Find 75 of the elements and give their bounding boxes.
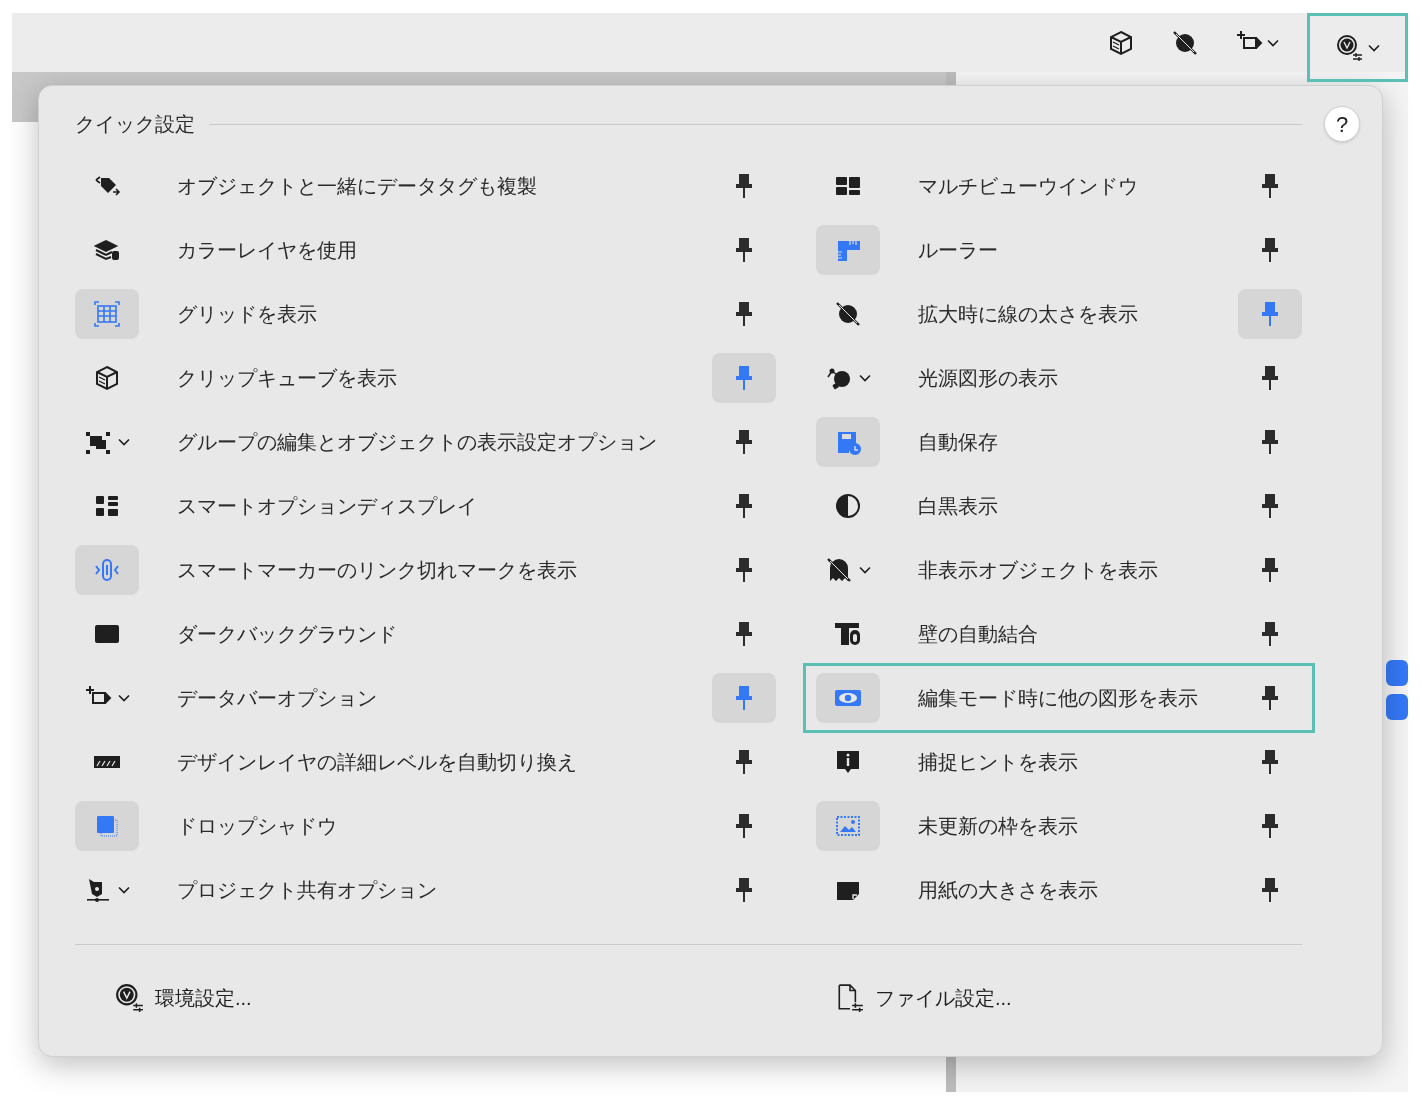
stepper-control[interactable] (1386, 660, 1408, 686)
setting-label[interactable]: 壁の自動結合 (918, 619, 1038, 649)
pin-icon (1261, 813, 1279, 839)
popover-title: クイック設定 (75, 112, 195, 137)
pin-icon (1261, 877, 1279, 903)
cube-icon (1107, 28, 1135, 57)
pin-icon (735, 493, 753, 519)
prefs-icon (115, 983, 145, 1013)
chevron-icon (859, 566, 871, 574)
setting-label[interactable]: ルーラー (918, 235, 998, 265)
wall-icon (834, 620, 862, 648)
pin-icon (735, 749, 753, 775)
cube-icon (93, 364, 121, 392)
footer-link[interactable]: 環境設定... (115, 983, 835, 1013)
setting-label[interactable]: プロジェクト共有オプション (177, 875, 437, 905)
pin-icon (735, 429, 753, 455)
setting-label[interactable]: 自動保存 (918, 427, 998, 457)
setting-label[interactable]: ダークバックグラウンド (177, 619, 397, 649)
grayscale-icon (834, 492, 862, 520)
setting-label[interactable]: カラーレイヤを使用 (177, 235, 357, 265)
setting-label[interactable]: 非表示オブジェクトを表示 (918, 555, 1158, 585)
chevron-icon (1367, 43, 1380, 52)
pin-icon (735, 621, 753, 647)
setting-label[interactable]: 未更新の枠を表示 (918, 811, 1078, 841)
pin-icon (1261, 749, 1279, 775)
pin-icon (735, 173, 753, 199)
chevron-icon (118, 886, 130, 894)
pin-icon (735, 365, 753, 391)
prefs-icon (1335, 33, 1364, 62)
setting-label[interactable]: 編集モード時に他の図形を表示 (918, 683, 1198, 713)
pin-icon (735, 557, 753, 583)
setting-label[interactable]: 捕捉ヒントを表示 (918, 747, 1078, 777)
file-icon (835, 983, 865, 1013)
line-thickness-icon (834, 300, 862, 328)
pin-icon (1261, 621, 1279, 647)
footer-link[interactable]: ファイル設定... (835, 983, 1012, 1013)
pin-icon (1261, 173, 1279, 199)
pin-icon (735, 685, 753, 711)
setting-label[interactable]: スマートマーカーのリンク切れマークを表示 (177, 555, 577, 585)
setting-label[interactable]: クリップキューブを表示 (177, 363, 397, 393)
line-thickness-icon (1171, 28, 1199, 57)
pin-icon (1261, 493, 1279, 519)
setting-label[interactable]: グループの編集とオブジェクトの表示設定オプション (177, 427, 657, 457)
project-share-icon (84, 876, 112, 904)
chevron-icon (859, 374, 871, 382)
pin-icon (735, 877, 753, 903)
link-icon (93, 556, 121, 584)
ghost-icon (825, 556, 853, 584)
grid-icon (93, 300, 121, 328)
pin-icon (1261, 365, 1279, 391)
pin-icon (1261, 237, 1279, 263)
setting-label[interactable]: データバーオプション (177, 683, 377, 713)
setting-label[interactable]: マルチビューウインドウ (918, 171, 1138, 201)
pin-icon (1261, 685, 1279, 711)
pin-icon (735, 301, 753, 327)
setting-label[interactable]: グリッドを表示 (177, 299, 317, 329)
chevron-icon (1267, 38, 1279, 47)
stepper-control[interactable] (1386, 694, 1408, 720)
setting-label[interactable]: 拡大時に線の太さを表示 (918, 299, 1138, 329)
pin-icon (1261, 429, 1279, 455)
setting-label[interactable]: デザインレイヤの詳細レベルを自動切り換え (177, 747, 577, 777)
setting-label[interactable]: 用紙の大きさを表示 (918, 875, 1098, 905)
help-button[interactable]: ? (1324, 106, 1360, 142)
toolbar-button[interactable] (1307, 13, 1408, 82)
setting-label[interactable]: スマートオプションディスプレイ (177, 491, 477, 521)
chevron-icon (118, 694, 130, 702)
pin-icon (735, 813, 753, 839)
setting-label[interactable]: 光源図形の表示 (918, 363, 1058, 393)
pin-icon (735, 237, 753, 263)
pin-icon (1261, 557, 1279, 583)
pin-icon (1261, 301, 1279, 327)
setting-label[interactable]: 白黒表示 (918, 491, 998, 521)
chevron-icon (118, 438, 130, 446)
setting-label[interactable]: オブジェクトと一緒にデータタグも複製 (177, 171, 537, 201)
setting-label[interactable]: ドロップシャドウ (177, 811, 337, 841)
